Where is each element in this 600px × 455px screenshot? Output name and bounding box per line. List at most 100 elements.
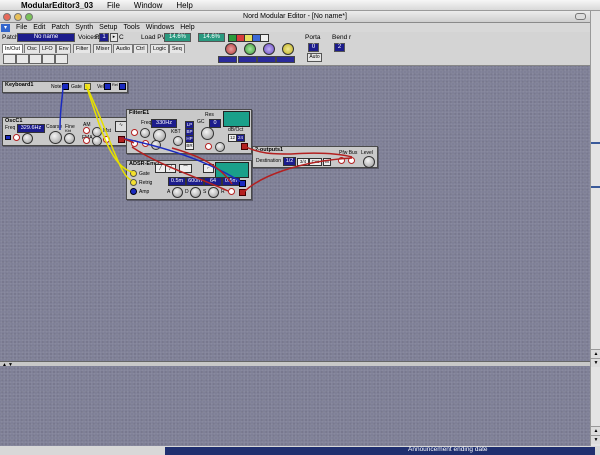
filter-slope-24-button[interactable]: 24 <box>236 134 245 142</box>
osc-pitch-input[interactable] <box>13 134 20 141</box>
adsr-sustain-display[interactable]: 64 <box>204 177 222 186</box>
menu-patch[interactable]: Patch <box>48 24 72 31</box>
osc-sync-input[interactable] <box>103 136 110 143</box>
tab-seq[interactable]: Seq <box>169 44 185 53</box>
adsr-gate-input[interactable] <box>130 170 137 177</box>
voices-stepper[interactable]: ▸ <box>110 33 118 42</box>
scroll-up-arrow-2-icon[interactable]: ▲ <box>591 426 600 435</box>
filter-audio-input[interactable] <box>131 140 138 147</box>
keyboard-note-output[interactable] <box>62 83 69 90</box>
tab-env[interactable]: Env <box>56 44 72 53</box>
outputs-dest-34-button[interactable]: 3/4 <box>297 158 309 166</box>
tab-logic[interactable]: Logic <box>150 44 170 53</box>
menu-setup[interactable]: Setup <box>96 24 120 31</box>
filter-audio-output[interactable] <box>241 143 248 150</box>
morph-knob-4[interactable] <box>282 43 294 55</box>
osc-audio-output[interactable] <box>118 136 125 143</box>
slot-e-color-chip[interactable] <box>260 34 269 42</box>
module-keyboard[interactable]: Keyboard1 Note Gate Vel Rel Vel <box>2 81 128 93</box>
morph-slot-2[interactable] <box>238 56 257 63</box>
patch-name-field[interactable]: No name <box>17 33 75 42</box>
module-palette-icon-5[interactable] <box>55 54 68 64</box>
module-adsr[interactable]: ADSR-Env1 Gate Retrig Amp ╱ ╱ ⌒ ⌐ 0.5m 6… <box>126 160 252 200</box>
keyboard-vel-output[interactable] <box>104 83 111 90</box>
tab-mixer[interactable]: Mixer <box>93 44 113 53</box>
scroll-down-arrow-icon[interactable]: ▼ <box>591 358 600 367</box>
filter-res-mod-input[interactable] <box>205 143 212 150</box>
tab-filter[interactable]: Filter <box>73 44 92 53</box>
adsr-amp-input[interactable] <box>130 188 137 195</box>
vertical-scrollbar[interactable]: ▲ ▼ ▲ ▼ <box>590 11 600 455</box>
porta-auto-button[interactable]: Auto <box>307 53 322 62</box>
tab-ctrl[interactable]: Ctrl <box>133 44 148 53</box>
menubar-window[interactable]: Window <box>127 1 169 10</box>
tab-osc[interactable]: Osc <box>24 44 40 53</box>
keyboard-gate-output[interactable] <box>84 83 91 90</box>
zoom-window-button[interactable] <box>25 13 33 21</box>
toolbar-toggle-button[interactable] <box>575 13 586 20</box>
outputs-right-input[interactable] <box>348 157 355 164</box>
outputs-destination-display[interactable]: 1/2 <box>283 157 296 166</box>
patch-canvas[interactable]: Keyboard1 Note Gate Vel Rel Vel OscC1 Fr… <box>0 66 590 361</box>
adsr-decay-knob[interactable] <box>190 187 201 198</box>
module-filter[interactable]: FilterE1 Freq 330Hz KBT LP BP HP BR Res … <box>126 109 252 154</box>
filter-env-mod-input[interactable] <box>142 140 149 147</box>
filter-env-mod-knob[interactable] <box>151 140 161 150</box>
menu-help[interactable]: Help <box>177 24 197 31</box>
filter-kbt-knob[interactable] <box>173 136 183 146</box>
adsr-invert-button[interactable]: ⌒ <box>179 164 192 173</box>
adsr-env-output[interactable] <box>239 189 246 196</box>
filter-fm-knob[interactable] <box>140 128 150 138</box>
keyboard-relvel-output[interactable] <box>119 83 126 90</box>
adsr-release-display[interactable]: 0.5m <box>222 177 240 186</box>
filter-res-knob[interactable] <box>201 127 214 140</box>
patch-canvas-lower[interactable] <box>0 366 590 446</box>
morph-slot-1[interactable] <box>218 56 237 63</box>
close-window-button[interactable] <box>3 13 11 21</box>
tab-inout[interactable]: In/Out <box>2 44 23 53</box>
adsr-decay-display[interactable]: 600m <box>186 177 204 186</box>
outputs-left-input[interactable] <box>338 157 345 164</box>
menu-tools[interactable]: Tools <box>120 24 142 31</box>
module-palette-icon-3[interactable] <box>29 54 42 64</box>
osc-freq-display[interactable]: 329.6Hz <box>17 124 45 133</box>
menu-windows[interactable]: Windows <box>143 24 177 31</box>
morph-knob-1[interactable] <box>225 43 237 55</box>
filter-mode-br-button[interactable]: BR <box>185 142 194 150</box>
adsr-attack-knob[interactable] <box>172 187 183 198</box>
menu-file[interactable]: File <box>13 24 30 31</box>
scroll-up-arrow-icon[interactable]: ▲ <box>591 349 600 358</box>
porta-field[interactable]: 0 <box>308 43 319 52</box>
bend-field[interactable]: 2 <box>334 43 345 52</box>
adsr-release-mod-input[interactable] <box>228 188 235 195</box>
adsr-attack-display[interactable]: 0.5m <box>168 177 186 186</box>
filter-fm-input[interactable] <box>131 129 138 136</box>
menubar-help[interactable]: Help <box>169 1 199 10</box>
morph-knob-2[interactable] <box>244 43 256 55</box>
osc-fine-knob[interactable] <box>64 133 75 144</box>
osc-pitch-mod-knob[interactable] <box>22 133 33 144</box>
system-menu-icon[interactable]: ▾ <box>1 23 10 32</box>
module-osc[interactable]: OscC1 Freq 329.6Hz Coarse Fine Kbt AM FM… <box>2 117 128 146</box>
morph-knob-3[interactable] <box>263 43 275 55</box>
filter-res-display[interactable]: 0 <box>209 119 221 128</box>
outputs-level-knob[interactable] <box>363 156 375 168</box>
adsr-amp-output[interactable] <box>239 180 246 187</box>
module-2-outputs[interactable]: 2-outputs1 Destination 1/2 3/4 Cvs M Pfw… <box>252 146 378 168</box>
tab-audio[interactable]: Audio <box>113 44 134 53</box>
menu-edit[interactable]: Edit <box>30 24 48 31</box>
menu-synth[interactable]: Synth <box>72 24 96 31</box>
module-palette-icon-1[interactable] <box>3 54 16 64</box>
scroll-down-arrow-2-icon[interactable]: ▼ <box>591 435 600 444</box>
voices-field[interactable]: 1 <box>99 33 109 42</box>
menubar-file[interactable]: File <box>100 1 127 10</box>
adsr-ad-button[interactable]: ⌐ <box>203 164 214 173</box>
adsr-retrig-input[interactable] <box>130 179 137 186</box>
osc-fma-knob[interactable] <box>92 136 102 146</box>
outputs-cvs-button[interactable]: Cvs <box>309 158 322 166</box>
menubar-app-name[interactable]: ModularEditor3_03 <box>14 1 100 10</box>
minimize-window-button[interactable] <box>14 13 22 21</box>
osc-fma-input[interactable] <box>83 137 90 144</box>
osc-am-input[interactable] <box>83 127 90 134</box>
adsr-curve-exp-button[interactable]: ╱ <box>165 164 176 173</box>
